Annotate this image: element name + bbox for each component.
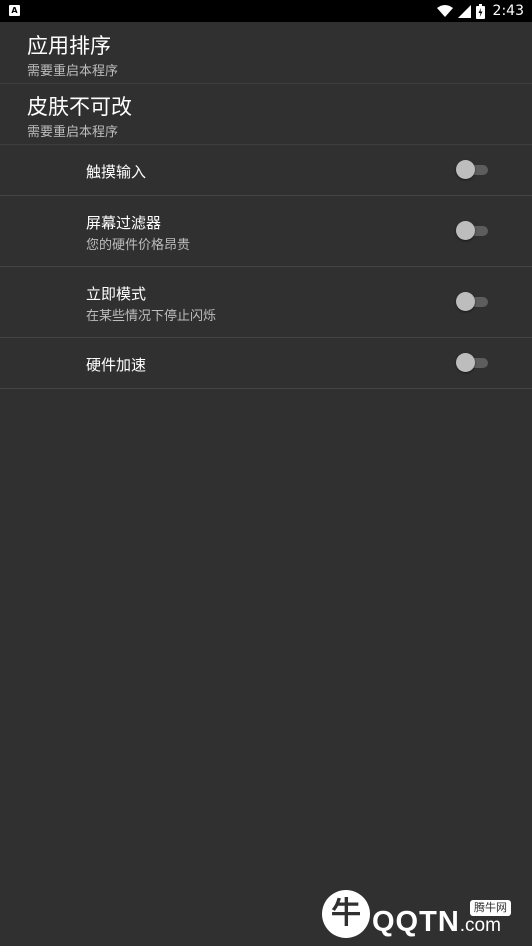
pref-summary: 需要重启本程序 (27, 64, 119, 79)
pref-title: 立即模式 (86, 285, 147, 303)
pref-title: 皮肤不可改 (27, 95, 132, 119)
pref-screen-filter[interactable]: 屏幕过滤器 您的硬件价格昂贵 (0, 196, 532, 267)
watermark-suffix: .com (459, 915, 501, 936)
switch-thumb (456, 292, 475, 311)
pref-touch-input[interactable]: 触摸输入 (0, 145, 532, 196)
battery-icon (475, 3, 485, 19)
pref-immediate-mode[interactable]: 立即模式 在某些情况下停止闪烁 (0, 267, 532, 338)
touch-input-switch[interactable] (456, 160, 490, 180)
clock: 2:43 (492, 3, 524, 19)
pref-title: 应用排序 (27, 34, 111, 58)
pref-summary: 需要重启本程序 (27, 125, 119, 140)
switch-thumb (456, 221, 475, 240)
pref-hardware-acceleration[interactable]: 硬件加速 (0, 338, 532, 389)
watermark-badge: 腾牛网 (470, 900, 511, 916)
status-bar: A 2:43 (0, 0, 532, 22)
immediate-mode-switch[interactable] (456, 292, 490, 312)
pref-app-sort[interactable]: 应用排序 需要重启本程序 (0, 22, 532, 84)
pref-title: 硬件加速 (86, 356, 147, 374)
switch-thumb (456, 160, 475, 179)
pref-title: 触摸输入 (86, 163, 147, 181)
watermark: 牛 QQTN.com 腾牛网 (322, 890, 522, 942)
watermark-logo-icon: 牛 (322, 890, 370, 938)
pref-title: 屏幕过滤器 (86, 214, 162, 232)
signal-icon (457, 4, 471, 18)
switch-thumb (456, 353, 475, 372)
pref-summary: 在某些情况下停止闪烁 (86, 309, 217, 324)
notification-icon: A (9, 5, 20, 16)
pref-skin[interactable]: 皮肤不可改 需要重启本程序 (0, 84, 532, 145)
pref-summary: 您的硬件价格昂贵 (86, 238, 191, 253)
wifi-icon (436, 4, 453, 17)
watermark-brand: QQTN (372, 906, 460, 938)
screen-filter-switch[interactable] (456, 221, 490, 241)
hardware-acceleration-switch[interactable] (456, 353, 490, 373)
